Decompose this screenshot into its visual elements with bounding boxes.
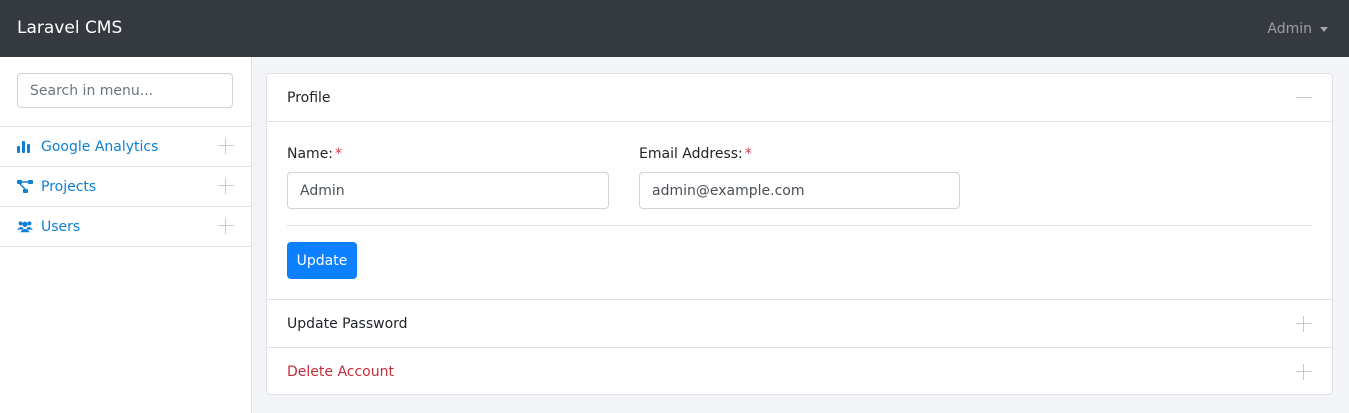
name-label: Name: * (287, 146, 342, 162)
account-settings-card: Profile Name:* Email Address:* Update Up… (266, 73, 1333, 395)
users-icon (17, 220, 33, 234)
email-label: Email Address: * (639, 146, 752, 162)
project-diagram-icon (17, 180, 33, 194)
sidebar-item-label: Google Analytics (41, 138, 159, 155)
brand-logo[interactable]: Laravel CMS (17, 18, 122, 38)
required-asterisk: * (335, 146, 343, 162)
sidebar-item-projects[interactable]: Projects (0, 167, 251, 207)
update-button[interactable]: Update (287, 242, 357, 279)
expand-plus-icon[interactable] (1296, 364, 1312, 380)
profile-section-header[interactable]: Profile (267, 74, 1332, 122)
expand-plus-icon[interactable] (1296, 316, 1312, 332)
collapse-minus-icon[interactable] (1296, 90, 1312, 106)
user-menu-dropdown[interactable]: Admin (1267, 21, 1328, 37)
delete-account-title: Delete Account (287, 363, 394, 380)
expand-plus-icon[interactable] (218, 218, 234, 234)
delete-account-section-header[interactable]: Delete Account (267, 347, 1332, 394)
sidebar-search-input[interactable] (17, 73, 233, 108)
caret-down-icon (1320, 26, 1328, 32)
update-password-section-header[interactable]: Update Password (267, 299, 1332, 348)
name-label-text: Name: (287, 146, 334, 162)
form-divider (287, 225, 1312, 226)
name-field[interactable] (287, 172, 609, 209)
top-navbar: Laravel CMS Admin (0, 0, 1349, 57)
expand-plus-icon[interactable] (218, 178, 234, 194)
email-field[interactable] (639, 172, 960, 209)
required-asterisk: * (744, 146, 752, 162)
update-password-title: Update Password (287, 316, 408, 332)
sidebar-item-users[interactable]: Users (0, 207, 251, 247)
sidebar-menu: Google Analytics Projects Users (0, 126, 251, 247)
email-label-text: Email Address: (639, 146, 743, 162)
sidebar-item-google-analytics[interactable]: Google Analytics (0, 127, 251, 167)
sidebar-item-label: Users (41, 218, 81, 235)
user-menu-label: Admin (1267, 21, 1312, 37)
sidebar: Google Analytics Projects Users (0, 57, 252, 413)
profile-section-title: Profile (287, 89, 331, 106)
expand-plus-icon[interactable] (218, 138, 234, 154)
chart-bar-icon (17, 140, 33, 154)
sidebar-item-label: Projects (41, 178, 97, 195)
